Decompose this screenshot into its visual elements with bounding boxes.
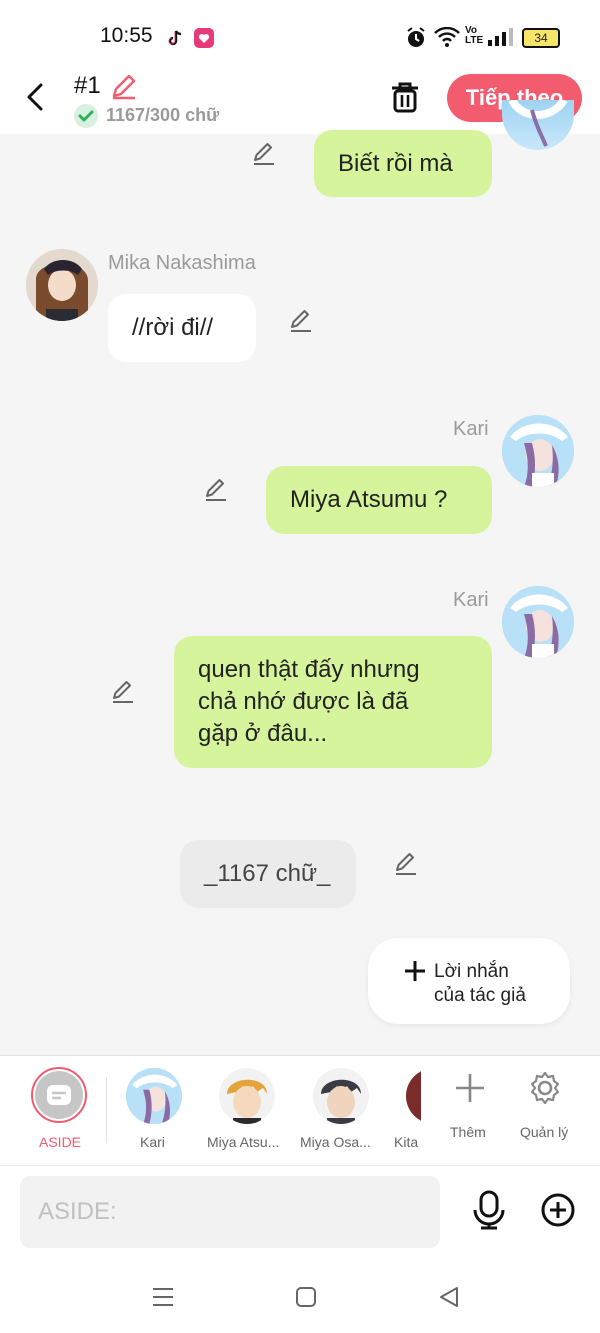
message-line: chả nhớ được là đã [198,688,409,715]
aside-message-bubble[interactable]: _1167 chữ_ [180,840,356,908]
app-notification-icon [194,28,214,48]
settings-gear-icon[interactable] [527,1070,563,1111]
trash-icon[interactable] [388,80,422,114]
microphone-icon[interactable] [472,1190,506,1235]
menu-icon[interactable] [152,1287,174,1312]
alarm-icon [406,27,426,54]
add-character-label[interactable]: Thêm [450,1124,486,1140]
back-nav-icon[interactable] [438,1286,460,1313]
character-kita[interactable] [406,1068,421,1124]
home-icon[interactable] [296,1287,316,1312]
character-label: Miya Osa... [300,1134,371,1150]
message-bubble[interactable]: //rời đi// [108,294,256,362]
word-count: 1167/300 chữ [106,105,220,125]
character-label: Kita [394,1134,419,1150]
tiktok-icon [165,28,185,48]
author-note-line: Lời nhắn [434,961,509,982]
message-input[interactable] [20,1176,440,1248]
add-attachment-icon[interactable] [540,1192,576,1233]
avatar-kari[interactable] [502,415,574,487]
back-icon[interactable] [24,82,46,117]
character-miya-atsumu[interactable] [219,1068,275,1124]
edit-message-icon[interactable] [251,140,277,166]
message-line: quen thật đấy nhưng [198,656,420,683]
edit-title-icon[interactable] [110,72,138,100]
network-label: Vo LTE [465,25,484,46]
author-note-label: Lời nhắn của tác giả [434,960,526,1008]
manage-label[interactable]: Quản lý [520,1124,568,1140]
sender-name: Kari [453,589,489,611]
edit-message-icon[interactable] [203,476,229,502]
divider [106,1077,107,1143]
edit-message-icon[interactable] [288,307,314,333]
add-character-icon[interactable] [454,1072,486,1109]
page-title: #1 [74,72,101,99]
status-time: 10:55 [100,24,153,47]
message-bubble[interactable]: Miya Atsumu ? [266,466,492,534]
edit-message-icon[interactable] [110,678,136,704]
avatar-mika[interactable] [26,249,98,321]
plus-icon [404,960,426,987]
message-bubble[interactable]: Biết rồi mà [314,130,492,197]
aside-icon [35,1071,83,1119]
check-icon [74,104,98,128]
author-note-line: của tác giả [434,985,526,1006]
wifi-icon [434,26,460,52]
character-kari[interactable] [126,1068,182,1124]
message-bubble[interactable]: quen thật đấy nhưng chả nhớ được là đã g… [174,636,492,768]
sender-name: Kari [453,418,489,440]
avatar-kari-partial[interactable] [502,100,574,150]
message-line: gặp ở đâu... [198,720,328,747]
sender-name: Mika Nakashima [108,252,256,274]
signal-icon [488,28,514,51]
avatar-kari[interactable] [502,586,574,658]
character-label: ASIDE [39,1134,82,1150]
battery-icon: 34 [522,28,560,48]
character-label: Kari [140,1134,165,1150]
character-label: Miya Atsu... [207,1134,280,1150]
character-miya-osamu[interactable] [313,1068,369,1124]
edit-message-icon[interactable] [393,850,419,876]
